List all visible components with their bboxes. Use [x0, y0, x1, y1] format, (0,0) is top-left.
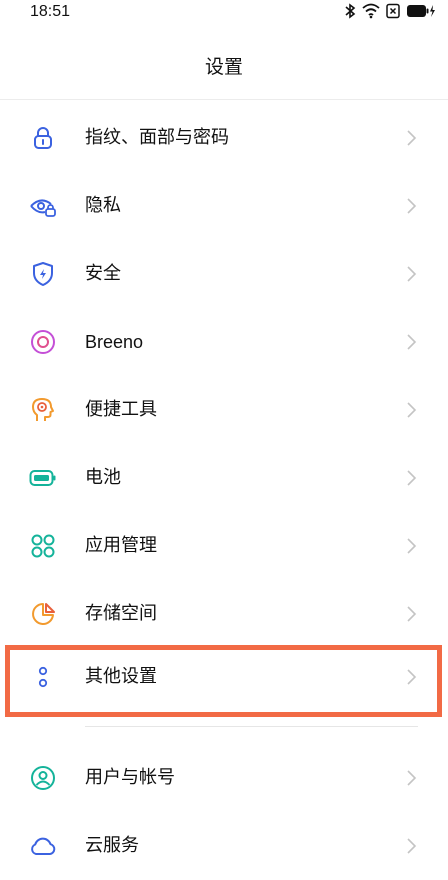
settings-item-label: 安全	[85, 263, 121, 284]
settings-item-privacy[interactable]: 隐私	[0, 172, 448, 240]
lock-icon	[29, 124, 57, 152]
chevron-right-icon	[407, 266, 417, 282]
pie-storage-icon	[29, 600, 57, 628]
settings-item-users-accounts[interactable]: 用户与帐号	[0, 744, 448, 812]
settings-item-label: 指纹、面部与密码	[85, 127, 229, 148]
eye-lock-icon	[29, 192, 57, 220]
chevron-right-icon	[407, 198, 417, 214]
section-divider	[85, 726, 418, 727]
settings-item-label: 云服务	[85, 835, 139, 856]
battery-icon	[29, 464, 57, 492]
settings-item-label: 隐私	[85, 195, 121, 216]
settings-item-cloud-service[interactable]: 云服务	[0, 812, 448, 880]
breeno-icon	[29, 328, 57, 356]
bluetooth-icon	[344, 3, 356, 19]
settings-item-label: 应用管理	[85, 535, 157, 556]
battery-charging-icon	[406, 3, 436, 19]
settings-item-label: 用户与帐号	[85, 767, 175, 788]
chevron-right-icon	[407, 606, 417, 622]
chevron-right-icon	[407, 334, 417, 350]
header-divider	[0, 99, 448, 100]
chevron-right-icon	[407, 130, 417, 146]
cloud-icon	[29, 832, 57, 860]
page-title: 设置	[204, 56, 243, 78]
status-bar: 18:51	[0, 0, 448, 30]
chevron-right-icon	[407, 470, 417, 486]
status-icons	[344, 3, 436, 19]
chevron-right-icon	[407, 402, 417, 418]
apps-grid-icon	[29, 532, 57, 560]
chevron-right-icon	[407, 538, 417, 554]
sim-off-icon	[386, 3, 400, 19]
settings-item-convenience-tools[interactable]: 便捷工具	[0, 376, 448, 444]
settings-item-fingerprint-face-password[interactable]: 指纹、面部与密码	[0, 104, 448, 172]
wifi-icon	[362, 3, 380, 19]
settings-item-label: 存储空间	[85, 603, 157, 624]
shield-bolt-icon	[29, 260, 57, 288]
settings-item-label: 电池	[85, 467, 121, 488]
user-circle-icon	[29, 764, 57, 792]
status-time: 18:51	[30, 3, 71, 20]
settings-item-label: 便捷工具	[85, 399, 157, 420]
settings-item-battery[interactable]: 电池	[0, 444, 448, 512]
chevron-right-icon	[407, 838, 417, 854]
settings-item-app-management[interactable]: 应用管理	[0, 512, 448, 580]
highlight-box	[5, 645, 442, 717]
settings-item-breeno[interactable]: Breeno	[0, 308, 448, 376]
chevron-right-icon	[407, 770, 417, 786]
head-target-icon	[29, 396, 57, 424]
settings-item-security[interactable]: 安全	[0, 240, 448, 308]
settings-item-label: Breeno	[85, 332, 144, 352]
settings-item-storage[interactable]: 存储空间	[0, 580, 448, 648]
